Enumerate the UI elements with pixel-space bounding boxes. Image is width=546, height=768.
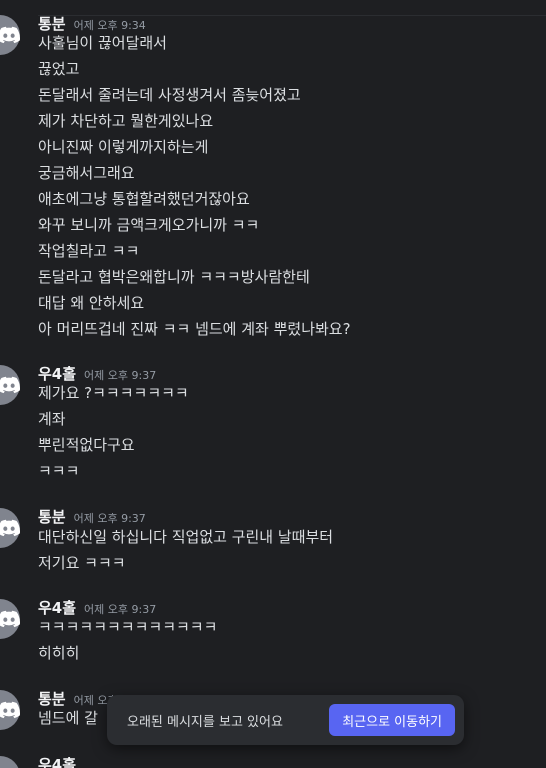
username[interactable]: 우4홀 <box>38 363 76 384</box>
discord-icon <box>0 701 20 719</box>
jump-to-present-button[interactable]: 최근으로 이동하기 <box>329 704 455 736</box>
message-text: 넴드에 갈 <box>38 709 98 727</box>
discord-icon <box>0 26 20 44</box>
message-text: 돈달라고 협박은왜합니까 ㅋㅋㅋ방사람한테 <box>38 268 310 286</box>
timestamp[interactable]: 어제 오후 9:37 <box>74 510 146 526</box>
message-text: 히히히 <box>38 644 80 662</box>
message-header: 우4홀 어제 오후 9:37 <box>38 597 156 618</box>
message-text: 끊었고 <box>38 60 80 78</box>
timestamp[interactable]: 어제 오후 9:37 <box>84 601 156 617</box>
discord-icon <box>0 376 20 394</box>
username[interactable]: 통분 <box>38 688 66 709</box>
discord-icon <box>0 610 20 628</box>
message-text: 제가요 ?ㅋㅋㅋㅋㅋㅋㅋ <box>38 384 189 402</box>
timestamp[interactable]: 어제 오후 9:37 <box>84 367 156 383</box>
message-text: 대단하신일 하십니다 직업없고 구린내 날때부터 <box>38 528 334 546</box>
avatar[interactable] <box>0 508 20 548</box>
avatar[interactable] <box>0 15 20 55</box>
avatar[interactable] <box>0 599 20 639</box>
message-text: ㅋㅋㅋㅋㅋㅋㅋㅋㅋㅋㅋㅋㅋ <box>38 618 218 636</box>
message-header: 통분 어제 오후 9:37 <box>38 506 146 527</box>
username[interactable]: 우4홀 <box>38 754 76 768</box>
message-text: ㅋㅋㅋ <box>38 462 80 480</box>
message-text: 대답 왜 안하세요 <box>38 294 145 312</box>
avatar[interactable] <box>0 690 20 730</box>
timestamp[interactable]: 어제 오후 9:34 <box>74 17 146 33</box>
avatar[interactable] <box>0 365 20 405</box>
message-text: 아니진짜 이렇게까지하는게 <box>38 138 209 156</box>
message-text: 제가 차단하고 뭘한게있나요 <box>38 112 214 130</box>
message-text: 사훌님이 끊어달래서 <box>38 34 167 52</box>
old-messages-banner: 오래된 메시지를 보고 있어요 최근으로 이동하기 <box>107 695 464 745</box>
message-text: 계좌 <box>38 410 66 428</box>
username[interactable]: 우4홀 <box>38 597 76 618</box>
message-text: 와꾸 보니까 금액크게오가니까 ㅋㅋ <box>38 216 260 234</box>
old-messages-text: 오래된 메시지를 보고 있어요 <box>127 714 283 730</box>
message-header: 통분 어제 오후 <box>38 688 118 709</box>
message-text: 작업칠라고 ㅋㅋ <box>38 242 140 260</box>
avatar[interactable] <box>0 756 20 768</box>
username[interactable]: 통분 <box>38 13 66 34</box>
message-text: 돈달래서 줄려는데 사정생겨서 좀늦어졌고 <box>38 86 301 104</box>
message-header: 통분 어제 오후 9:34 <box>38 13 146 34</box>
message-text: 궁금해서그래요 <box>38 164 135 182</box>
message-header: 우4홀 <box>38 754 76 768</box>
message-header: 우4홀 어제 오후 9:37 <box>38 363 156 384</box>
discord-icon <box>0 519 20 537</box>
message-text: 애초에그냥 통협할려했던거잖아요 <box>38 190 250 208</box>
chat-scroller[interactable]: 통분 어제 오후 9:34 사훌님이 끊어달래서 끊었고 돈달래서 줄려는데 사… <box>0 0 546 768</box>
username[interactable]: 통분 <box>38 506 66 527</box>
message-text: 뿌린적없다구요 <box>38 436 135 454</box>
message-text: 아 머리뜨겁네 진짜 ㅋㅋ 넴드에 계좌 뿌렸나봐요? <box>38 320 351 338</box>
message-text: 저기요 ㅋㅋㅋ <box>38 554 126 572</box>
